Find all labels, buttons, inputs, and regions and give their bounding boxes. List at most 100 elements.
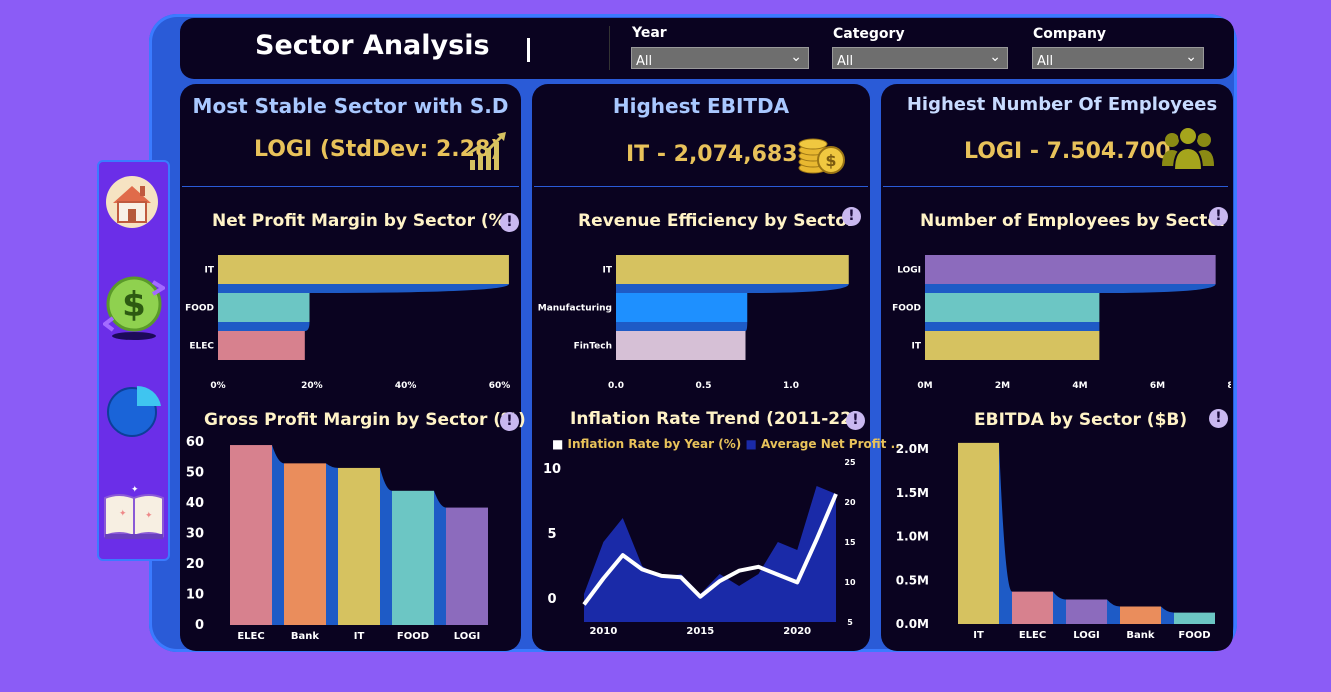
ribbon-connector bbox=[218, 284, 509, 293]
y-tick-label: 50 bbox=[186, 466, 204, 481]
info-icon[interactable]: ! bbox=[842, 207, 861, 226]
ribbon-connector bbox=[434, 490, 446, 625]
kpi-separator bbox=[182, 186, 519, 187]
y-tick-label: 10 bbox=[186, 588, 204, 603]
y-tick-label: 1.0M bbox=[896, 530, 929, 544]
bar-it bbox=[925, 331, 1100, 360]
dollar-coin-icon[interactable]: $ bbox=[101, 272, 167, 342]
sidebar: $ ✦ ✦ ✦ bbox=[97, 160, 170, 561]
y-tick-label: 0.0M bbox=[896, 617, 929, 631]
category-label: LOGI bbox=[454, 631, 480, 642]
chevron-down-icon: ⌄ bbox=[1185, 49, 1197, 65]
bar-elec bbox=[1012, 591, 1053, 624]
header-divider bbox=[609, 26, 610, 70]
kpi-value-highest-ebitda: IT - 2,074,683 bbox=[626, 142, 798, 167]
category-filter-select[interactable]: All ⌄ bbox=[832, 47, 1008, 69]
x-tick-label: 2M bbox=[995, 381, 1010, 391]
ribbon-connector bbox=[925, 322, 1100, 331]
y-tick-label: 0 bbox=[547, 592, 556, 607]
ribbon-connector bbox=[616, 322, 748, 331]
y-tick-label: 60 bbox=[186, 435, 204, 450]
year-filter-value: All bbox=[636, 54, 653, 69]
inflation-legend: ■ Inflation Rate by Year (%) ■ Average N… bbox=[552, 437, 904, 451]
chart-title-gross-profit: Gross Profit Margin by Sector (%) bbox=[204, 410, 526, 430]
book-icon[interactable]: ✦ ✦ ✦ bbox=[101, 484, 167, 542]
y2-tick-label: 5 bbox=[847, 618, 853, 627]
kpi-separator bbox=[883, 186, 1228, 187]
y-tick-label: 0 bbox=[195, 618, 204, 633]
ribbon-connector bbox=[999, 442, 1012, 624]
kpi-title-highest-ebitda: Highest EBITDA bbox=[612, 94, 790, 118]
growth-chart-icon bbox=[466, 130, 508, 176]
y-tick-label: 2.0M bbox=[896, 442, 929, 456]
bar-it bbox=[218, 255, 509, 284]
y-tick-label: 1.5M bbox=[896, 486, 929, 500]
chart-title-net-profit: Net Profit Margin by Sector (%) bbox=[212, 211, 514, 231]
kpi-separator bbox=[534, 186, 868, 187]
bar-food bbox=[218, 293, 310, 322]
svg-text:✦: ✦ bbox=[145, 511, 153, 521]
kpi-value-most-employees: LOGI - 7.504.700 bbox=[964, 139, 1171, 164]
gross-profit-chart: 0 10 20 30 40 50 60 ELEC Bank IT FOOD LOGI bbox=[186, 435, 488, 642]
category-label: ELEC bbox=[1019, 630, 1046, 641]
x-tick-label: 8M bbox=[1227, 381, 1231, 391]
x-tick-label: 40% bbox=[395, 381, 417, 391]
info-icon[interactable]: ! bbox=[846, 411, 865, 430]
y-tick-label: 30 bbox=[186, 527, 204, 542]
company-filter-value: All bbox=[1037, 54, 1054, 69]
year-filter-label: Year bbox=[632, 25, 667, 41]
y2-tick-label: 15 bbox=[844, 538, 856, 547]
chevron-down-icon: ⌄ bbox=[790, 49, 802, 65]
kpi-title-stable-sector: Most Stable Sector with S.D bbox=[192, 94, 509, 118]
ribbon-connector bbox=[326, 463, 338, 625]
y2-tick-label: 10 bbox=[844, 578, 856, 587]
pie-chart-icon[interactable] bbox=[105, 380, 163, 438]
legend-marker: ■ bbox=[745, 437, 757, 451]
legend-item-inflation: Inflation Rate by Year (%) bbox=[567, 437, 742, 451]
x-tick-label: 0.5 bbox=[696, 381, 712, 391]
team-icon bbox=[1160, 126, 1216, 174]
y-tick-label: 0.5M bbox=[896, 573, 929, 587]
ribbon-connector bbox=[1161, 606, 1174, 624]
info-icon[interactable]: ! bbox=[1209, 409, 1228, 428]
ribbon-connector bbox=[218, 322, 310, 331]
y-tick-label: 20 bbox=[186, 557, 204, 572]
x-tick-label: 4M bbox=[1072, 381, 1087, 391]
ribbon-connector bbox=[1107, 599, 1120, 624]
category-label: Bank bbox=[1126, 630, 1154, 641]
svg-text:✦: ✦ bbox=[131, 485, 139, 495]
bar-food bbox=[1174, 612, 1215, 624]
category-label: FOOD bbox=[185, 304, 214, 314]
bar-elec bbox=[218, 331, 305, 360]
info-icon[interactable]: ! bbox=[500, 412, 519, 431]
home-icon[interactable] bbox=[103, 172, 161, 230]
category-label: ELEC bbox=[189, 342, 214, 352]
chart-title-ebitda: EBITDA by Sector ($B) bbox=[974, 410, 1188, 430]
y2-tick-label: 20 bbox=[844, 498, 856, 507]
bar-food bbox=[392, 490, 434, 625]
category-label: FOOD bbox=[892, 304, 921, 314]
company-filter-select[interactable]: All ⌄ bbox=[1032, 47, 1204, 69]
chevron-down-icon: ⌄ bbox=[989, 49, 1001, 65]
bar-logi bbox=[925, 255, 1216, 284]
category-label: LOGI bbox=[1073, 630, 1099, 641]
year-filter-select[interactable]: All ⌄ bbox=[631, 47, 809, 69]
inflation-chart: 0 5 10 5 10 15 20 25 2010 2015 2020 bbox=[543, 458, 856, 637]
x-tick-label: 0.0 bbox=[608, 381, 624, 391]
category-label: ELEC bbox=[237, 631, 264, 642]
coins-icon: $ bbox=[797, 132, 847, 180]
bar-bank bbox=[1120, 606, 1161, 624]
category-label: IT bbox=[205, 266, 215, 276]
text-cursor bbox=[527, 38, 530, 62]
category-label: IT bbox=[603, 266, 613, 276]
ribbon-connector bbox=[1053, 591, 1066, 624]
kpi-title-most-employees: Highest Number Of Employees bbox=[906, 94, 1218, 115]
category-label: FOOD bbox=[397, 631, 429, 642]
info-icon[interactable]: ! bbox=[500, 213, 519, 232]
x-tick-label: 1.0 bbox=[783, 381, 799, 391]
x-tick-label: 2020 bbox=[783, 626, 811, 637]
kpi-value-stable-sector: LOGI (StdDev: 2.28) bbox=[254, 137, 501, 162]
info-icon[interactable]: ! bbox=[1209, 207, 1228, 226]
category-label: LOGI bbox=[897, 266, 921, 276]
x-tick-label: 0M bbox=[917, 381, 932, 391]
